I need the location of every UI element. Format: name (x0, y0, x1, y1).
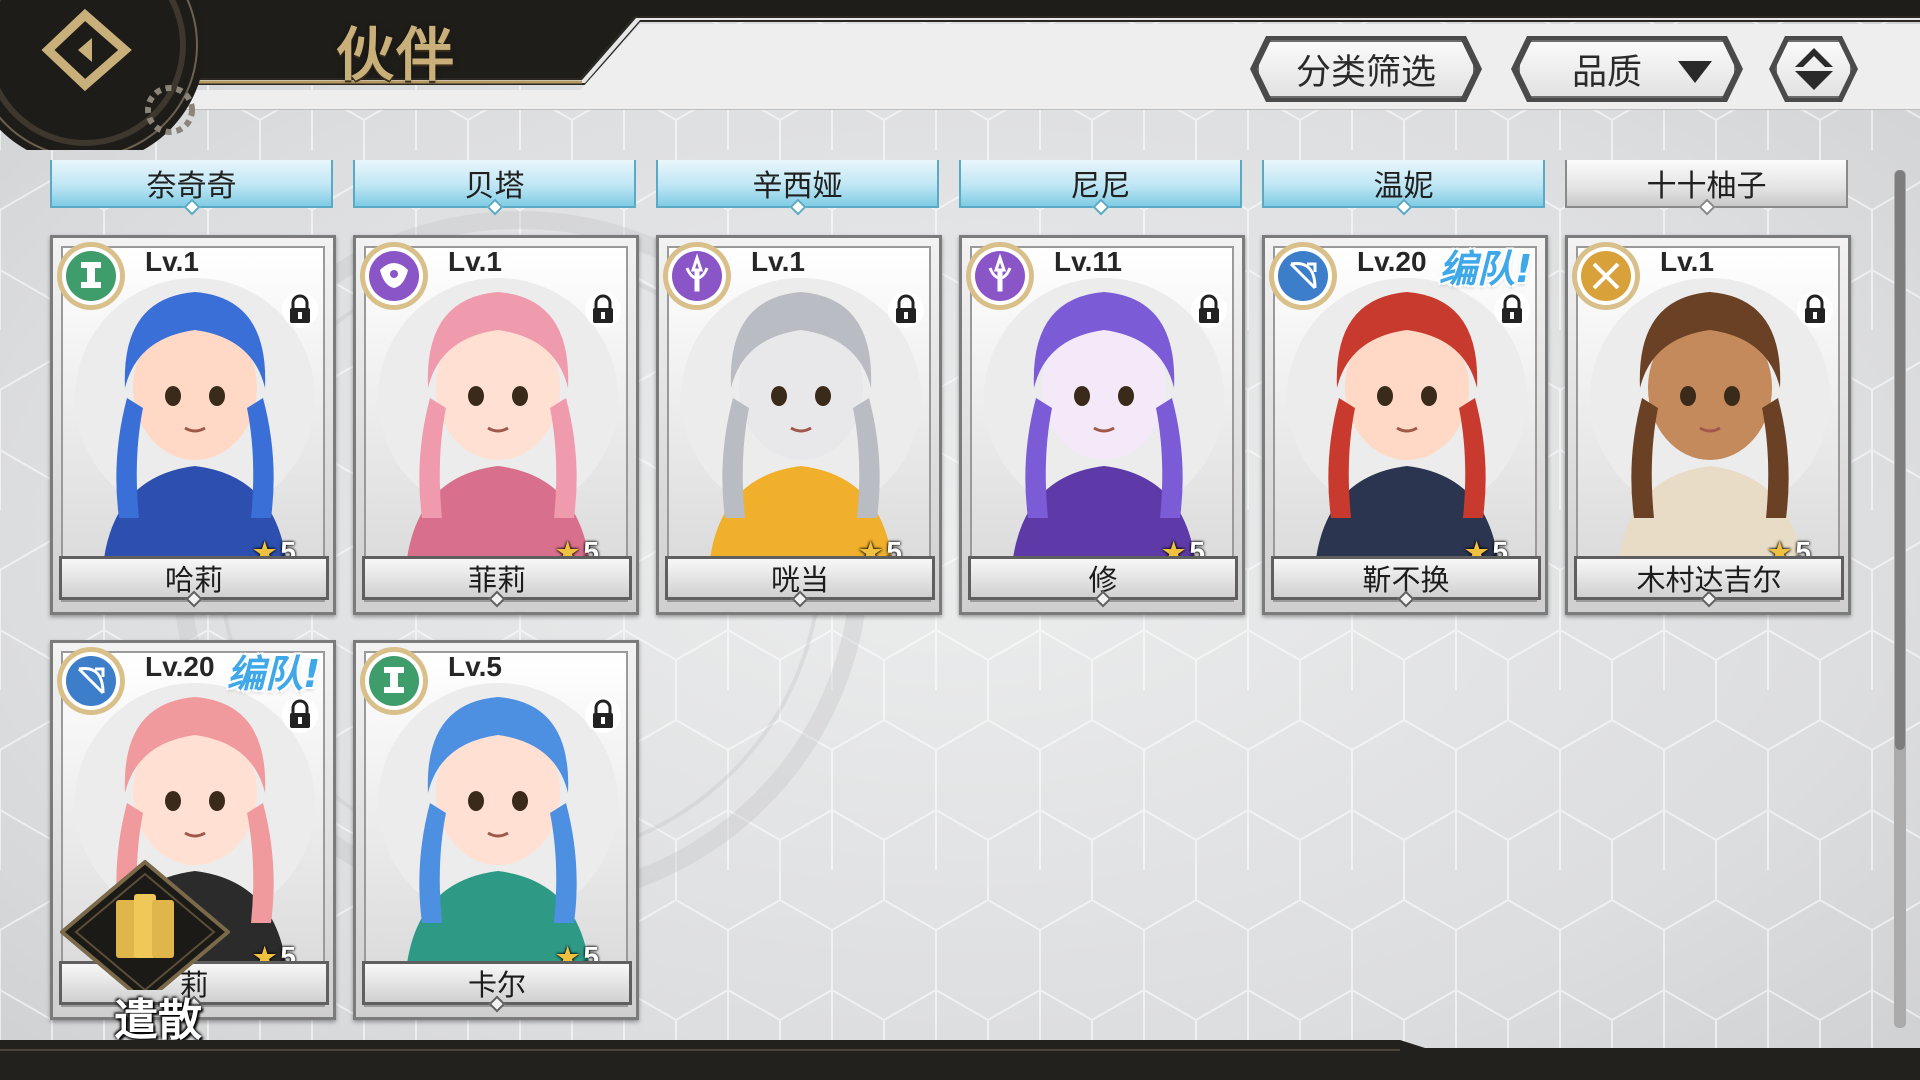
character-name-bar: 木村达吉尔 (1574, 556, 1844, 608)
card-name-tab[interactable]: 贝塔 (353, 160, 636, 216)
dismiss-label: 遣散 (114, 995, 202, 1046)
sort-toggle-icon (1789, 44, 1839, 94)
quality-sort-dropdown[interactable]: 品质 (1518, 40, 1736, 98)
back-arrow-icon (0, 0, 205, 165)
character-name-bar: 卡尔 (362, 961, 632, 1013)
in-team-badge: 编队! (1439, 247, 1533, 291)
card-name-tab[interactable]: 奈奇奇 (50, 160, 333, 216)
cards-icon (58, 859, 232, 1005)
lock-icon[interactable] (1493, 290, 1531, 330)
character-name-bar: 靳不换 (1271, 556, 1541, 608)
character-name-bar: 咣当 (665, 556, 935, 608)
character-name-bar: 修 (968, 556, 1238, 608)
tower-icon (55, 240, 127, 312)
partner-card[interactable]: Lv.20 编队! ★ 5 靳不换 (1262, 235, 1548, 615)
top-bar: 伙伴 分类筛选 品质 (0, 0, 1920, 165)
card-name-tab[interactable]: 尼尼 (959, 160, 1242, 216)
level-label: Lv.5 (448, 651, 502, 682)
tower-icon (358, 645, 430, 717)
sort-order-button[interactable] (1775, 40, 1852, 98)
dismiss-button[interactable]: 遣散 (58, 859, 232, 1046)
page-title: 伙伴 (336, 21, 457, 89)
card-name-tab[interactable]: 十十柚子 (1565, 160, 1848, 216)
scrollbar-thumb[interactable] (1895, 170, 1905, 750)
card-name-tab[interactable]: 辛西娅 (656, 160, 939, 216)
character-name-bar: 哈莉 (59, 556, 329, 608)
back-button[interactable] (0, 0, 205, 165)
chevron-down-icon (1678, 61, 1712, 83)
level-label: Lv.1 (448, 246, 502, 277)
partner-card[interactable]: Lv.1 ★ 5 木村达吉尔 (1565, 235, 1851, 615)
category-filter-button[interactable]: 分类筛选 (1257, 40, 1475, 98)
lock-icon[interactable] (887, 290, 925, 330)
level-label: Lv.20 (145, 651, 215, 682)
partner-card[interactable]: Lv.11 ★ 5 修 (959, 235, 1245, 615)
lock-icon[interactable] (281, 290, 319, 330)
quality-sort-label: 品质 (1571, 52, 1642, 93)
character-name-bar: 菲莉 (362, 556, 632, 608)
level-label: Lv.11 (1054, 246, 1122, 277)
bow-icon (1267, 240, 1339, 312)
partner-card[interactable]: Lv.5 ★ 5 卡尔 (353, 640, 639, 1020)
partner-card[interactable]: Lv.1 ★ 5 菲莉 (353, 235, 639, 615)
bottom-bar (0, 1040, 1920, 1080)
bow-icon (55, 645, 127, 717)
level-label: Lv.1 (751, 246, 805, 277)
lock-icon[interactable] (281, 695, 319, 735)
level-label: Lv.1 (145, 246, 199, 277)
lock-icon[interactable] (584, 695, 622, 735)
trident-icon (661, 240, 733, 312)
lock-icon[interactable] (1796, 290, 1834, 330)
in-team-badge: 编队! (227, 652, 321, 696)
partner-card[interactable]: Lv.1 ★ 5 咣当 (656, 235, 942, 615)
trident-icon (964, 240, 1036, 312)
mask-icon (358, 240, 430, 312)
lock-icon[interactable] (1190, 290, 1228, 330)
swords-icon (1570, 240, 1642, 312)
level-label: Lv.20 (1357, 246, 1427, 277)
partner-card[interactable]: Lv.1 ★ 5 哈莉 (50, 235, 336, 615)
card-name-tab[interactable]: 温妮 (1262, 160, 1545, 216)
level-label: Lv.1 (1660, 246, 1714, 277)
lock-icon[interactable] (584, 290, 622, 330)
scrollbar[interactable] (1894, 170, 1906, 1028)
